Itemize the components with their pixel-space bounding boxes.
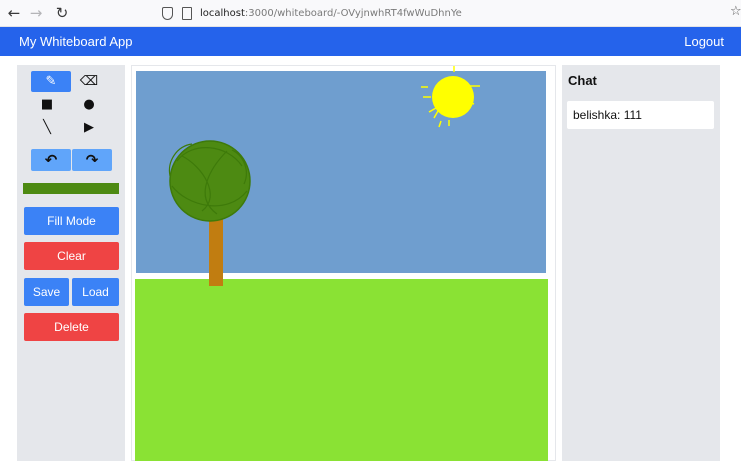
whiteboard-canvas[interactable] [131, 65, 556, 461]
tree-trunk [209, 216, 223, 286]
chat-message: belishka: 111 [567, 101, 714, 129]
square-icon: ■ [40, 97, 54, 112]
shield-icon[interactable] [162, 7, 173, 20]
circle-tool-button[interactable]: ● [69, 94, 109, 115]
reload-icon[interactable]: ↻ [52, 3, 72, 23]
triangle-icon: ▶ [84, 120, 94, 135]
workspace: ✎ ⌫ ■ ● ╲ ▶ ↶ ↷ Fill Mode Clear Save Loa… [0, 56, 741, 461]
color-picker[interactable] [23, 183, 119, 194]
sun-circle [432, 76, 474, 118]
delete-button[interactable]: Delete [24, 313, 119, 341]
app-header: My Whiteboard App Logout [0, 27, 741, 56]
bookmark-star-icon[interactable]: ☆ [730, 4, 741, 19]
tool-panel: ✎ ⌫ ■ ● ╲ ▶ ↶ ↷ Fill Mode Clear Save Loa… [17, 65, 125, 461]
grass-rectangle [135, 279, 548, 461]
redo-button[interactable]: ↷ [72, 149, 112, 171]
fill-mode-button[interactable]: Fill Mode [24, 207, 119, 235]
url-path: :3000/whiteboard/-OVyjnwhRT4fwWuDhnYe [244, 8, 462, 19]
circle-icon: ● [83, 97, 95, 112]
url-text[interactable]: localhost:3000/whiteboard/-OVyjnwhRT4fwW… [200, 6, 462, 21]
eraser-tool-button[interactable]: ⌫ [69, 71, 109, 92]
eraser-icon: ⌫ [79, 74, 99, 89]
line-icon: ╲ [43, 120, 51, 135]
tree-foliage [168, 140, 251, 222]
browser-toolbar: ← → ↻ localhost:3000/whiteboard/-OVyjnwh… [0, 0, 741, 27]
page-icon [182, 7, 192, 20]
square-tool-button[interactable]: ■ [27, 94, 67, 115]
pencil-tool-button[interactable]: ✎ [31, 71, 71, 92]
chat-panel: Chat belishka: 111 [562, 65, 720, 461]
clear-button[interactable]: Clear [24, 242, 119, 270]
undo-button[interactable]: ↶ [31, 149, 71, 171]
pencil-icon: ✎ [45, 74, 57, 89]
line-tool-button[interactable]: ╲ [27, 117, 67, 138]
chat-title: Chat [568, 73, 597, 88]
app-title: My Whiteboard App [19, 34, 133, 49]
save-button[interactable]: Save [24, 278, 69, 306]
load-button[interactable]: Load [72, 278, 119, 306]
drawing-surface[interactable] [132, 66, 557, 461]
triangle-tool-button[interactable]: ▶ [69, 117, 109, 138]
undo-icon: ↶ [44, 151, 58, 169]
address-bar[interactable]: localhost:3000/whiteboard/-OVyjnwhRT4fwW… [150, 2, 741, 25]
back-arrow-icon[interactable]: ← [4, 3, 24, 23]
forward-arrow-icon[interactable]: → [26, 3, 46, 23]
redo-icon: ↷ [85, 151, 99, 169]
logout-link[interactable]: Logout [684, 34, 724, 49]
url-host: localhost [200, 8, 245, 19]
